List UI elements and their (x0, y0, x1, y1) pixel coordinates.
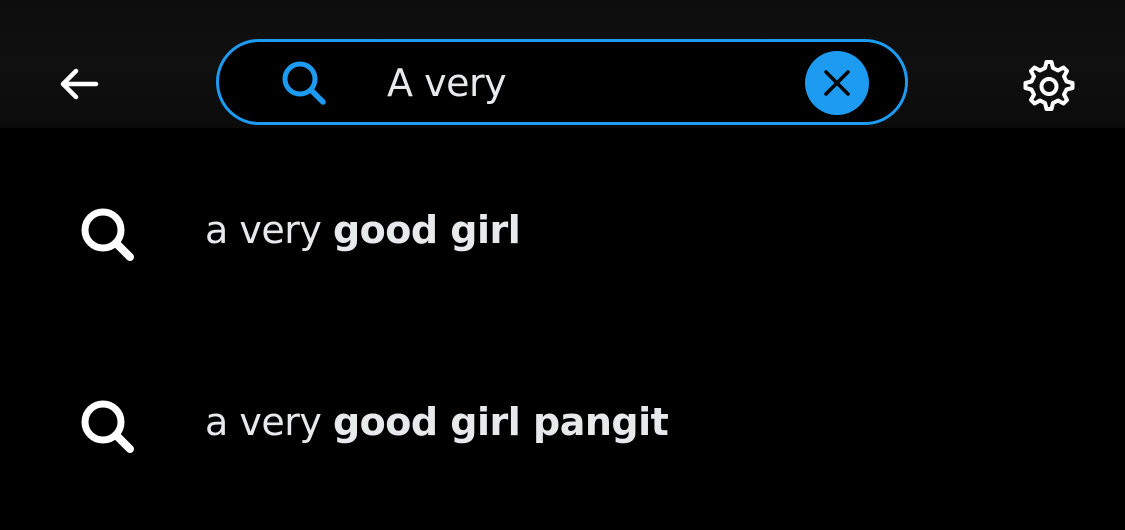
search-input[interactable] (387, 52, 787, 114)
suggestion-text: a very good girl pangit (205, 400, 669, 444)
search-icon (81, 400, 134, 453)
suggestion-text: a very good girl (205, 208, 521, 252)
settings-button[interactable] (1019, 54, 1079, 114)
suggestion-item[interactable]: a very good girl pangit (0, 350, 1125, 500)
close-icon (824, 70, 850, 96)
suggestion-item[interactable]: a very good girl (0, 158, 1125, 308)
arrow-left-icon (60, 68, 99, 100)
search-icon (282, 61, 326, 105)
search-icon (81, 208, 134, 261)
suggestion-prefix: a very (205, 208, 333, 252)
suggestion-prefix: a very (205, 400, 333, 444)
gear-icon (1023, 60, 1075, 111)
search-screen: a very good girl a very good girl pangit (0, 0, 1125, 530)
suggestion-match: good girl pangit (332, 400, 669, 444)
search-bar[interactable] (216, 39, 908, 125)
clear-search-button[interactable] (805, 51, 869, 115)
suggestion-match: good girl (332, 208, 521, 252)
back-button[interactable] (50, 56, 106, 112)
top-bar (0, 0, 1125, 128)
